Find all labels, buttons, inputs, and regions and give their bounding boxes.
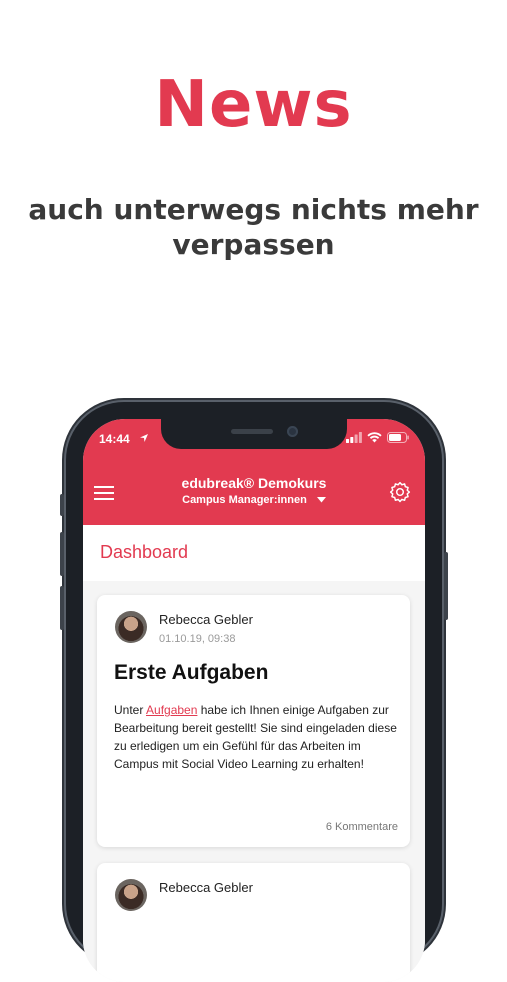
post-date: 01.10.19, 09:38 [159, 633, 236, 645]
post-author: Rebecca Gebler [159, 612, 253, 627]
course-group-label: Campus Manager:innen [182, 494, 307, 506]
status-time: 14:44 [99, 432, 130, 446]
dashboard-header: Dashboard [83, 525, 425, 581]
post-body-text-start: Unter [114, 703, 147, 717]
camera [287, 426, 298, 437]
post-body: Unter Aufgaben habe ich Ihnen einige Auf… [114, 701, 399, 773]
app-bar: 14:44 edubreak® Demokurs Campus Manager:… [83, 419, 425, 525]
dashboard-content: Dashboard Rebecca Gebler 01.10.19, 09:38… [83, 525, 425, 982]
avatar [115, 879, 147, 911]
battery-icon [387, 432, 409, 443]
gear-icon[interactable] [389, 481, 411, 503]
post-author: Rebecca Gebler [159, 880, 253, 895]
power-button [444, 552, 448, 620]
aufgaben-link[interactable]: Aufgaben [146, 703, 197, 717]
phone-screen: 14:44 edubreak® Demokurs Campus Manager:… [83, 419, 425, 982]
signal-icon [346, 432, 362, 443]
caret-down-icon [316, 497, 326, 503]
phone-mockup: 14:44 edubreak® Demokurs Campus Manager:… [60, 402, 448, 982]
volume-down-button [60, 586, 64, 630]
post-title: Erste Aufgaben [114, 661, 269, 684]
hero-subtitle: auch unterwegs nichts mehr verpassen [28, 193, 479, 261]
news-post-card[interactable]: Rebecca Gebler [97, 863, 410, 982]
course-group-selector[interactable]: Campus Manager:innen [83, 494, 425, 506]
page-title: Dashboard [100, 542, 189, 562]
status-indicators [346, 432, 409, 443]
notch [161, 419, 347, 449]
avatar [115, 611, 147, 643]
hero-title: News [154, 68, 353, 142]
speaker-grille [231, 429, 273, 434]
location-arrow-icon [140, 434, 148, 442]
comments-count-link[interactable]: 6 Kommentare [326, 821, 398, 833]
wifi-icon [367, 432, 382, 443]
silent-switch [60, 494, 64, 516]
news-post-card[interactable]: Rebecca Gebler 01.10.19, 09:38 Erste Auf… [97, 595, 410, 847]
volume-up-button [60, 532, 64, 576]
course-title: edubreak® Demokurs [181, 475, 327, 491]
